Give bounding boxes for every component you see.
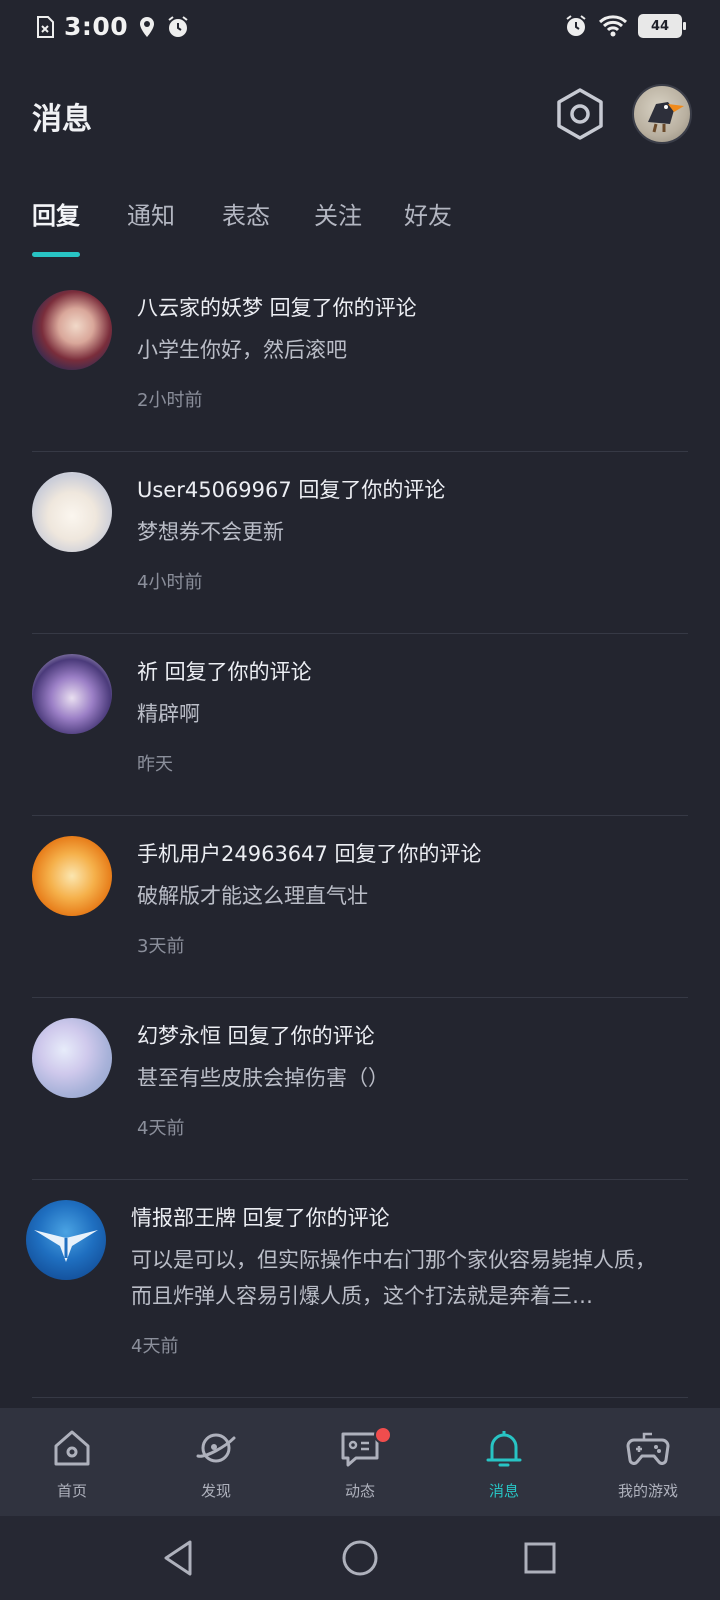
nav-label: 首页 bbox=[56, 1482, 87, 1500]
message-time: 4天前 bbox=[131, 1336, 179, 1357]
avatar[interactable] bbox=[32, 836, 112, 916]
message-title: 情报部王牌 回复了你的评论 bbox=[131, 1206, 390, 1230]
wing-emblem-icon bbox=[34, 1230, 98, 1262]
message-body: 破解版才能这么理直气壮 bbox=[137, 884, 368, 908]
toucan-icon bbox=[648, 102, 684, 133]
alarm-icon bbox=[168, 15, 188, 37]
message-body: 可以是可以，但实际操作中右门那个家伙容易毙掉人质，而且炸弹人容易引爆人质，这个打… bbox=[131, 1248, 656, 1308]
message-body: 小学生你好，然后滚吧 bbox=[137, 338, 347, 362]
bell-icon bbox=[486, 1431, 522, 1467]
message-title: 幻梦永恒 回复了你的评论 bbox=[137, 1024, 375, 1048]
avatar[interactable] bbox=[32, 290, 112, 370]
tab-reply[interactable]: 回复 bbox=[32, 196, 80, 231]
avatar[interactable] bbox=[32, 1018, 112, 1098]
avatar[interactable] bbox=[32, 472, 112, 552]
recents-square-icon[interactable] bbox=[518, 1536, 562, 1580]
battery-icon: 44 bbox=[638, 14, 686, 38]
list-item[interactable]: 祈 回复了你的评论 精辟啊 昨天 bbox=[0, 634, 720, 816]
wifi-icon bbox=[598, 15, 628, 37]
battery-level: 44 bbox=[650, 18, 670, 34]
system-nav-bar bbox=[0, 1516, 720, 1600]
message-list: 八云家的妖梦 回复了你的评论 小学生你好，然后滚吧 2小时前 User45069… bbox=[0, 270, 720, 1398]
nav-feed[interactable]: 动态 bbox=[288, 1408, 432, 1516]
message-time: 4小时前 bbox=[137, 572, 203, 593]
gamepad-icon bbox=[626, 1432, 670, 1465]
header: 消息 bbox=[0, 80, 720, 150]
avatar[interactable] bbox=[32, 654, 112, 734]
message-body: 甚至有些皮肤会掉伤害（） bbox=[137, 1066, 389, 1090]
tab-indicator bbox=[32, 252, 80, 257]
message-title: 手机用户24963647 回复了你的评论 bbox=[137, 842, 482, 866]
divider bbox=[32, 1397, 688, 1398]
back-triangle-icon[interactable] bbox=[156, 1536, 200, 1580]
message-time: 3天前 bbox=[137, 936, 185, 957]
bottom-nav: 首页 发现 动态 消息 我的游戏 bbox=[0, 1408, 720, 1516]
sim-card-off-icon bbox=[37, 15, 54, 38]
alarm-icon bbox=[566, 15, 586, 36]
message-title: 八云家的妖梦 回复了你的评论 bbox=[137, 296, 417, 320]
nav-label: 消息 bbox=[488, 1482, 519, 1500]
list-item[interactable]: 幻梦永恒 回复了你的评论 甚至有些皮肤会掉伤害（） 4天前 bbox=[0, 998, 720, 1180]
nav-label: 发现 bbox=[200, 1482, 231, 1500]
list-item[interactable]: 情报部王牌 回复了你的评论 可以是可以，但实际操作中右门那个家伙容易毙掉人质，而… bbox=[0, 1180, 720, 1398]
tab-follow[interactable]: 关注 bbox=[314, 196, 362, 231]
nav-messages[interactable]: 消息 bbox=[432, 1408, 576, 1516]
page-title: 消息 bbox=[32, 102, 92, 137]
notification-badge bbox=[374, 1426, 392, 1444]
message-title: 祈 回复了你的评论 bbox=[137, 660, 312, 684]
user-avatar[interactable] bbox=[632, 84, 692, 144]
status-time: 3:00 bbox=[64, 12, 129, 41]
settings-hexagon-icon[interactable] bbox=[554, 86, 606, 142]
tab-friends[interactable]: 好友 bbox=[404, 196, 452, 231]
list-item[interactable]: User45069967 回复了你的评论 梦想券不会更新 4小时前 bbox=[0, 452, 720, 634]
list-item[interactable]: 手机用户24963647 回复了你的评论 破解版才能这么理直气壮 3天前 bbox=[0, 816, 720, 998]
tab-reaction[interactable]: 表态 bbox=[222, 196, 270, 231]
message-time: 4天前 bbox=[137, 1118, 185, 1139]
home-icon bbox=[54, 1430, 90, 1466]
message-time: 昨天 bbox=[137, 754, 173, 775]
avatar[interactable] bbox=[26, 1200, 106, 1280]
message-time: 2小时前 bbox=[137, 390, 203, 411]
home-circle-icon[interactable] bbox=[338, 1536, 382, 1580]
location-icon bbox=[140, 16, 155, 37]
nav-label: 我的游戏 bbox=[617, 1482, 678, 1500]
status-bar: 3:00 44 bbox=[0, 0, 720, 58]
nav-home[interactable]: 首页 bbox=[0, 1408, 144, 1516]
message-body: 精辟啊 bbox=[137, 702, 200, 726]
message-title: User45069967 回复了你的评论 bbox=[137, 478, 446, 502]
tab-notify[interactable]: 通知 bbox=[127, 196, 175, 231]
nav-label: 动态 bbox=[344, 1482, 375, 1500]
nav-my-games[interactable]: 我的游戏 bbox=[576, 1408, 720, 1516]
list-item[interactable]: 八云家的妖梦 回复了你的评论 小学生你好，然后滚吧 2小时前 bbox=[0, 270, 720, 452]
nav-discover[interactable]: 发现 bbox=[144, 1408, 288, 1516]
message-tabs: 回复 通知 表态 关注 好友 bbox=[32, 196, 692, 260]
message-body: 梦想券不会更新 bbox=[137, 520, 284, 544]
planet-icon bbox=[196, 1433, 236, 1463]
